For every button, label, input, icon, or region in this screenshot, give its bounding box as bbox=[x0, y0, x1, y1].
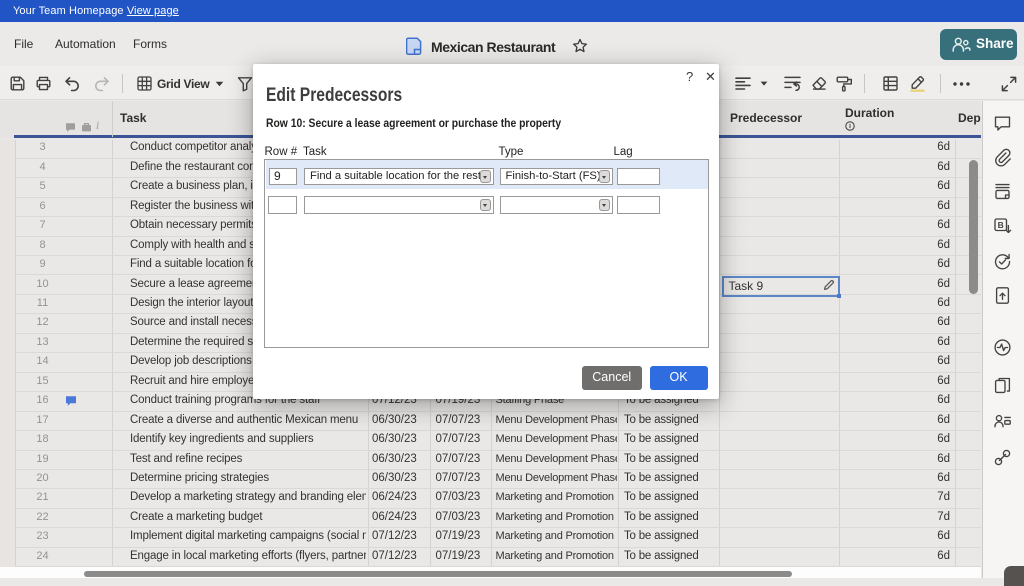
svg-text:B: B bbox=[998, 220, 1004, 230]
